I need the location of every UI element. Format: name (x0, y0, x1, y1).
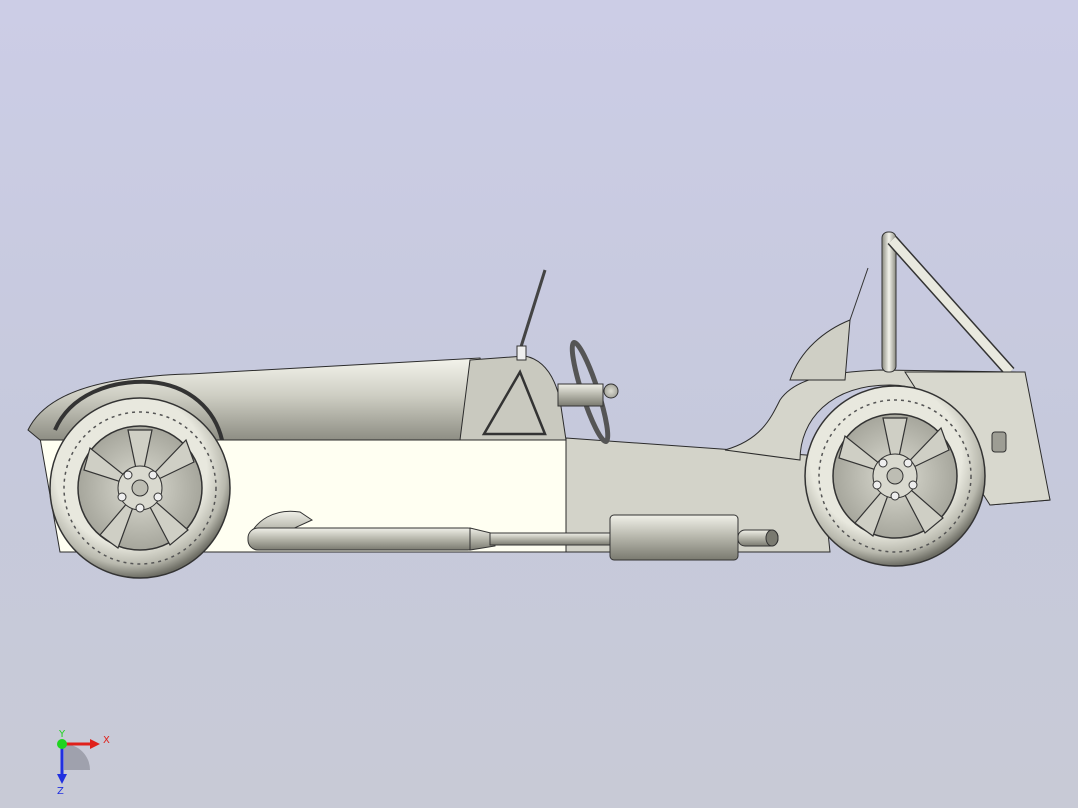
car-model-view[interactable] (0, 0, 1078, 808)
wiper-arm[interactable] (518, 269, 547, 351)
y-axis-label: Y (58, 729, 66, 740)
coordinate-triad[interactable]: X Y Z (48, 728, 118, 798)
exhaust-tailpipe[interactable] (489, 532, 616, 546)
exhaust-silencer[interactable] (609, 514, 739, 561)
roll-bar-upright[interactable] (881, 231, 897, 373)
mirror-mount[interactable] (516, 345, 527, 361)
seat-back[interactable] (789, 319, 851, 381)
scuttle[interactable] (459, 355, 567, 441)
harness-strap[interactable] (849, 267, 869, 321)
rear-wheel[interactable] (804, 385, 986, 567)
y-axis-dot (57, 739, 67, 749)
gear-knob[interactable] (603, 383, 619, 399)
triad-shadow (64, 744, 90, 770)
rear-light[interactable] (991, 431, 1007, 453)
x-axis-label: X (103, 735, 110, 746)
steering-column[interactable] (557, 383, 604, 407)
exhaust-pipe[interactable] (247, 527, 479, 551)
z-axis-label: Z (57, 786, 64, 797)
cad-viewport[interactable]: X Y Z (0, 0, 1078, 808)
